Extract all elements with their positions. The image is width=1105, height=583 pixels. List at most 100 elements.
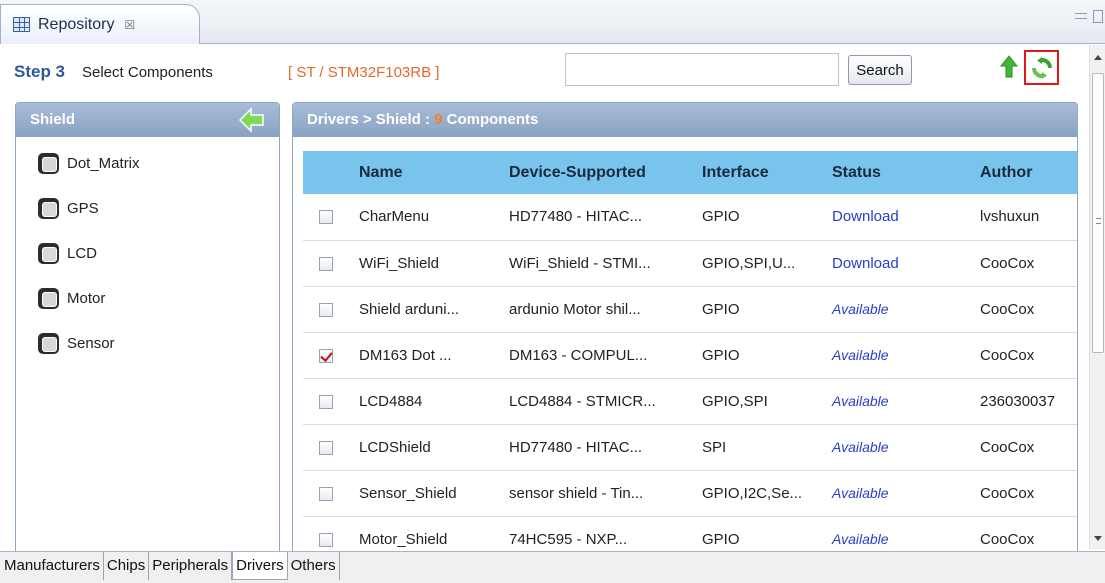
cell-author: CooCox [972,424,1077,471]
cell-author: CooCox [972,286,1077,333]
component-icon [38,153,59,174]
row-checkbox[interactable] [319,348,333,363]
maximize-icon[interactable] [1093,10,1103,23]
table-row[interactable]: DM163 Dot ... DM163 - COMPUL... GPIO Availa… [303,332,1077,379]
row-checkbox[interactable] [319,532,333,547]
components-table-wrap: Name Device-Supported Interface Status A… [303,151,1077,551]
table-body: CharMenu HD77480 - HITAC... GPIO Download lv… [303,194,1077,551]
category-item[interactable]: GPS [16,190,279,235]
header-select [303,151,351,194]
chip-path-link[interactable]: [ ST / STM32F103RB ] [288,64,439,81]
row-checkbox[interactable] [319,486,333,501]
row-select-cell [303,332,351,379]
scroll-down-icon[interactable] [1094,536,1102,541]
cell-device-supported: WiFi_Shield - STMI... [501,240,694,287]
components-panel-header: Drivers > Shield : 9 Components [293,103,1077,137]
search-input[interactable] [565,53,839,86]
repository-view-tab[interactable]: Repository ☒ [0,4,200,44]
cell-interface: GPIO [694,286,824,333]
table-row[interactable]: WiFi_Shield WiFi_Shield - STMI... GPIO,SPI… [303,240,1077,287]
cell-name: DM163 Dot ... [351,332,501,379]
cell-author: CooCox [972,516,1077,551]
component-icon [38,333,59,354]
view-title: Repository [38,15,115,33]
tab-manufacturers[interactable]: Manufacturers [0,552,104,580]
header-device-supported[interactable]: Device-Supported [501,151,694,194]
table-header-row: Name Device-Supported Interface Status A… [303,151,1077,194]
cell-author: CooCox [972,240,1077,287]
row-select-cell [303,516,351,551]
table-row[interactable]: Sensor_Shield sensor shield - Tin... GPIO,… [303,470,1077,517]
row-checkbox[interactable] [319,256,333,271]
components-suffix: Components [442,111,539,128]
table-row[interactable]: CharMenu HD77480 - HITAC... GPIO Download lv… [303,194,1077,241]
minimize-icon[interactable] [1075,13,1087,19]
cell-name: CharMenu [351,194,501,241]
component-icon [38,198,59,219]
back-arrow-icon[interactable] [239,107,265,133]
table-row[interactable]: Motor_Shield 74HC595 - NXP... GPIO Availabl… [303,516,1077,551]
category-panel-header: Shield [16,103,279,137]
row-checkbox[interactable] [319,394,333,409]
window-controls [1075,10,1103,23]
row-select-cell [303,470,351,517]
tab-chips[interactable]: Chips [103,552,150,580]
header-interface[interactable]: Interface [694,151,824,194]
cell-status: Available [824,424,972,471]
row-checkbox[interactable] [319,440,333,455]
row-select-cell [303,194,351,241]
category-panel: Shield Dot_Matrix GPS LCD Motor Sensor [15,102,280,552]
cell-name: Sensor_Shield [351,470,501,517]
category-item-label: LCD [67,245,98,262]
row-checkbox[interactable] [319,302,333,317]
category-item[interactable]: Motor [16,280,279,325]
cell-status[interactable]: Download [824,240,972,287]
table-row[interactable]: LCD4884 LCD4884 - STMICR... GPIO,SPI Availa… [303,378,1077,425]
components-panel: Drivers > Shield : 9 Components Name Dev… [292,102,1078,552]
category-item-label: Motor [67,290,106,307]
cell-status[interactable]: Download [824,194,972,241]
refresh-button[interactable] [1024,50,1059,85]
header-author[interactable]: Author [972,151,1077,194]
tab-drivers[interactable]: Drivers [232,552,288,580]
search-button[interactable]: Search [848,55,912,85]
category-item[interactable]: LCD [16,235,279,280]
cell-device-supported: LCD4884 - STMICR... [501,378,694,425]
component-icon [38,288,59,309]
cell-author: 236030037 [972,378,1077,425]
row-select-cell [303,424,351,471]
upload-arrow-icon[interactable] [1000,55,1018,79]
cell-status: Available [824,378,972,425]
cell-device-supported: HD77480 - HITAC... [501,424,694,471]
cell-author: lvshuxun [972,194,1077,241]
table-row[interactable]: LCDShield HD77480 - HITAC... SPI Available C… [303,424,1077,471]
refresh-icon [1032,57,1052,79]
cell-device-supported: 74HC595 - NXP... [501,516,694,551]
scroll-thumb[interactable] [1092,73,1104,353]
row-select-cell [303,286,351,333]
close-icon[interactable]: ☒ [124,18,135,32]
table-row[interactable]: Shield arduni... ardunio Motor shil... GPI… [303,286,1077,333]
tab-peripherals[interactable]: Peripherals [149,552,233,580]
table-grid-icon [13,17,30,32]
header-name[interactable]: Name [351,151,501,194]
cell-interface: GPIO [694,332,824,379]
component-icon [38,243,59,264]
cell-device-supported: sensor shield - Tin... [501,470,694,517]
tab-others[interactable]: Others [287,552,340,580]
cell-name: WiFi_Shield [351,240,501,287]
row-checkbox[interactable] [319,210,333,225]
scroll-up-icon[interactable] [1094,55,1102,60]
cell-author: CooCox [972,470,1077,517]
category-title: Shield [30,111,76,128]
header-status[interactable]: Status [824,151,972,194]
category-item[interactable]: Sensor [16,325,279,370]
vertical-scrollbar[interactable] [1089,45,1105,549]
cell-interface: GPIO [694,194,824,241]
grip-icon [1096,218,1101,224]
cell-interface: GPIO [694,516,824,551]
cell-interface: GPIO,SPI,U... [694,240,824,287]
category-list: Dot_Matrix GPS LCD Motor Sensor [16,137,279,370]
row-select-cell [303,378,351,425]
category-item[interactable]: Dot_Matrix [16,145,279,190]
